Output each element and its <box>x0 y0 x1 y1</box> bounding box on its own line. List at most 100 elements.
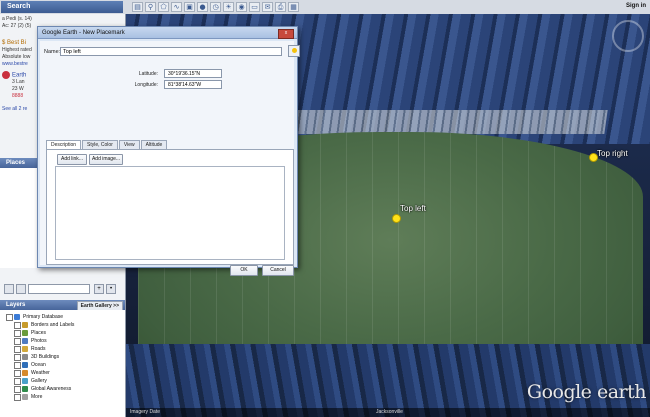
layer-icon <box>22 330 28 336</box>
pushpin-icon <box>292 48 297 53</box>
email-icon[interactable]: ✉ <box>262 2 273 12</box>
layer-icon <box>22 378 28 384</box>
search-line: a Pedi (s. 14) <box>2 16 32 22</box>
layer-icon <box>22 370 28 376</box>
layer-label: Borders and Labels <box>31 322 75 328</box>
name-field[interactable]: Top left <box>60 47 282 56</box>
history-icon[interactable]: ◷ <box>210 2 221 12</box>
layer-label: Gallery <box>31 378 47 384</box>
layer-item[interactable]: More <box>0 393 125 401</box>
layer-icon <box>22 394 28 400</box>
layer-checkbox[interactable] <box>14 362 21 369</box>
print-icon[interactable]: ⎙ <box>275 2 286 12</box>
layer-icon <box>14 314 20 320</box>
close-icon[interactable]: x <box>278 29 294 39</box>
layer-icon <box>22 362 28 368</box>
google-earth-logo: Google earth <box>526 381 647 403</box>
path-icon[interactable]: ∿ <box>171 2 182 12</box>
dialog-title: Google Earth - New Placemark <box>42 30 125 36</box>
tour-icon[interactable]: ● <box>197 2 208 12</box>
description-panel: Add link... Add image... <box>46 149 294 265</box>
layer-checkbox[interactable] <box>14 370 21 377</box>
layer-checkbox[interactable] <box>14 330 21 337</box>
layer-checkbox[interactable] <box>6 314 13 321</box>
layers-panel-header[interactable]: Layers Earth Gallery >> <box>0 300 125 311</box>
toolbar-icons: ▤ ⚲ ⬠ ∿ ▣ ● ◷ ☀ ◉ ▭ ✉ ⎙ ▦ <box>132 2 299 12</box>
description-textarea[interactable] <box>55 166 285 260</box>
new-placemark-dialog: Google Earth - New Placemark x Name: Top… <box>37 26 300 276</box>
stadium-rim <box>274 110 608 134</box>
ok-button[interactable]: OK <box>230 265 258 276</box>
search-title: Search <box>7 3 31 10</box>
sun-icon[interactable]: ☀ <box>223 2 234 12</box>
maps-icon[interactable]: ▦ <box>288 2 299 12</box>
dialog-tabs: Description Style, Color View Altitude <box>46 140 168 150</box>
layer-checkbox[interactable] <box>14 322 21 329</box>
layer-icon <box>22 386 28 392</box>
status-bar: Imagery Date Jacksonville <box>126 408 650 417</box>
latitude-label: Latitude: <box>138 71 158 77</box>
cancel-button[interactable]: Cancel <box>262 265 294 276</box>
layer-icon <box>22 346 28 352</box>
longitude-field[interactable]: 81°38'14.63"W <box>164 80 222 89</box>
ruler-icon[interactable]: ▭ <box>249 2 260 12</box>
polygon-icon[interactable]: ⬠ <box>158 2 169 12</box>
layer-item[interactable]: Gallery <box>0 377 125 385</box>
layer-item[interactable]: Global Awareness <box>0 385 125 393</box>
layer-label: Roads <box>31 346 46 352</box>
search-places-icon[interactable] <box>4 284 14 294</box>
places-title: Places <box>6 160 26 166</box>
sidebar-bottom-controls: + • <box>4 284 122 294</box>
places-search-input[interactable] <box>28 284 90 294</box>
layer-icon <box>22 354 28 360</box>
earth-result-label[interactable]: Earth <box>12 72 26 78</box>
placemark-label: Top left <box>400 204 426 213</box>
layers-title: Layers <box>6 302 26 308</box>
layer-checkbox[interactable] <box>14 338 21 345</box>
layer-item[interactable]: Borders and Labels <box>0 321 125 329</box>
placemark-icon-button[interactable] <box>288 45 300 57</box>
result-pin-icon[interactable] <box>2 71 10 79</box>
overlay-icon[interactable]: ▣ <box>184 2 195 12</box>
layer-icon <box>22 338 28 344</box>
dialog-title-bar[interactable]: Google Earth - New Placemark x <box>38 27 297 39</box>
layer-checkbox[interactable] <box>14 386 21 393</box>
move-up-icon[interactable]: + <box>94 284 104 294</box>
placemark-icon[interactable]: ⚲ <box>145 2 156 12</box>
sign-in-link[interactable]: Sign in <box>626 3 646 9</box>
layer-label: More <box>31 394 43 400</box>
name-label: Name: <box>44 49 61 55</box>
add-image-button[interactable]: Add image... <box>89 154 123 165</box>
layer-item[interactable]: Places <box>0 329 125 337</box>
layer-label: Places <box>31 330 47 336</box>
longitude-label: Longitude: <box>134 82 158 88</box>
layer-item[interactable]: Ocean <box>0 361 125 369</box>
layer-item[interactable]: Roads <box>0 345 125 353</box>
layer-label: Primary Database <box>23 314 64 320</box>
planets-icon[interactable]: ◉ <box>236 2 247 12</box>
layer-checkbox[interactable] <box>14 354 21 361</box>
layer-label: Photos <box>31 338 47 344</box>
panel-toggle-icon[interactable] <box>16 284 26 294</box>
layer-label: Ocean <box>31 362 46 368</box>
top-toolbar: Search ▤ ⚲ ⬠ ∿ ▣ ● ◷ ☀ ◉ ▭ ✉ ⎙ ▦ Sign in <box>0 0 650 15</box>
layer-label: Global Awareness <box>31 386 72 392</box>
navigation-compass[interactable] <box>612 20 644 52</box>
latitude-field[interactable]: 30°19'36.15"N <box>164 69 222 78</box>
dialog-body: Name: Top left Latitude: 30°19'36.15"N L… <box>40 41 300 276</box>
layer-checkbox[interactable] <box>14 378 21 385</box>
placemark-pin-icon[interactable] <box>392 214 401 223</box>
placemark-label: Top right <box>597 149 628 158</box>
layer-checkbox[interactable] <box>14 394 21 401</box>
move-down-icon[interactable]: • <box>106 284 116 294</box>
layer-item[interactable]: Primary Database <box>0 313 125 321</box>
layer-item[interactable]: Photos <box>0 337 125 345</box>
search-panel-header[interactable]: Search <box>1 1 123 13</box>
layer-item[interactable]: Weather <box>0 369 125 377</box>
layer-item[interactable]: 3D Buildings <box>0 353 125 361</box>
add-link-button[interactable]: Add link... <box>57 154 87 165</box>
layers-list: Primary Database Borders and Labels Places… <box>0 310 125 417</box>
layer-checkbox[interactable] <box>14 346 21 353</box>
sidebar-icon[interactable]: ▤ <box>132 2 143 12</box>
layer-icon <box>22 322 28 328</box>
